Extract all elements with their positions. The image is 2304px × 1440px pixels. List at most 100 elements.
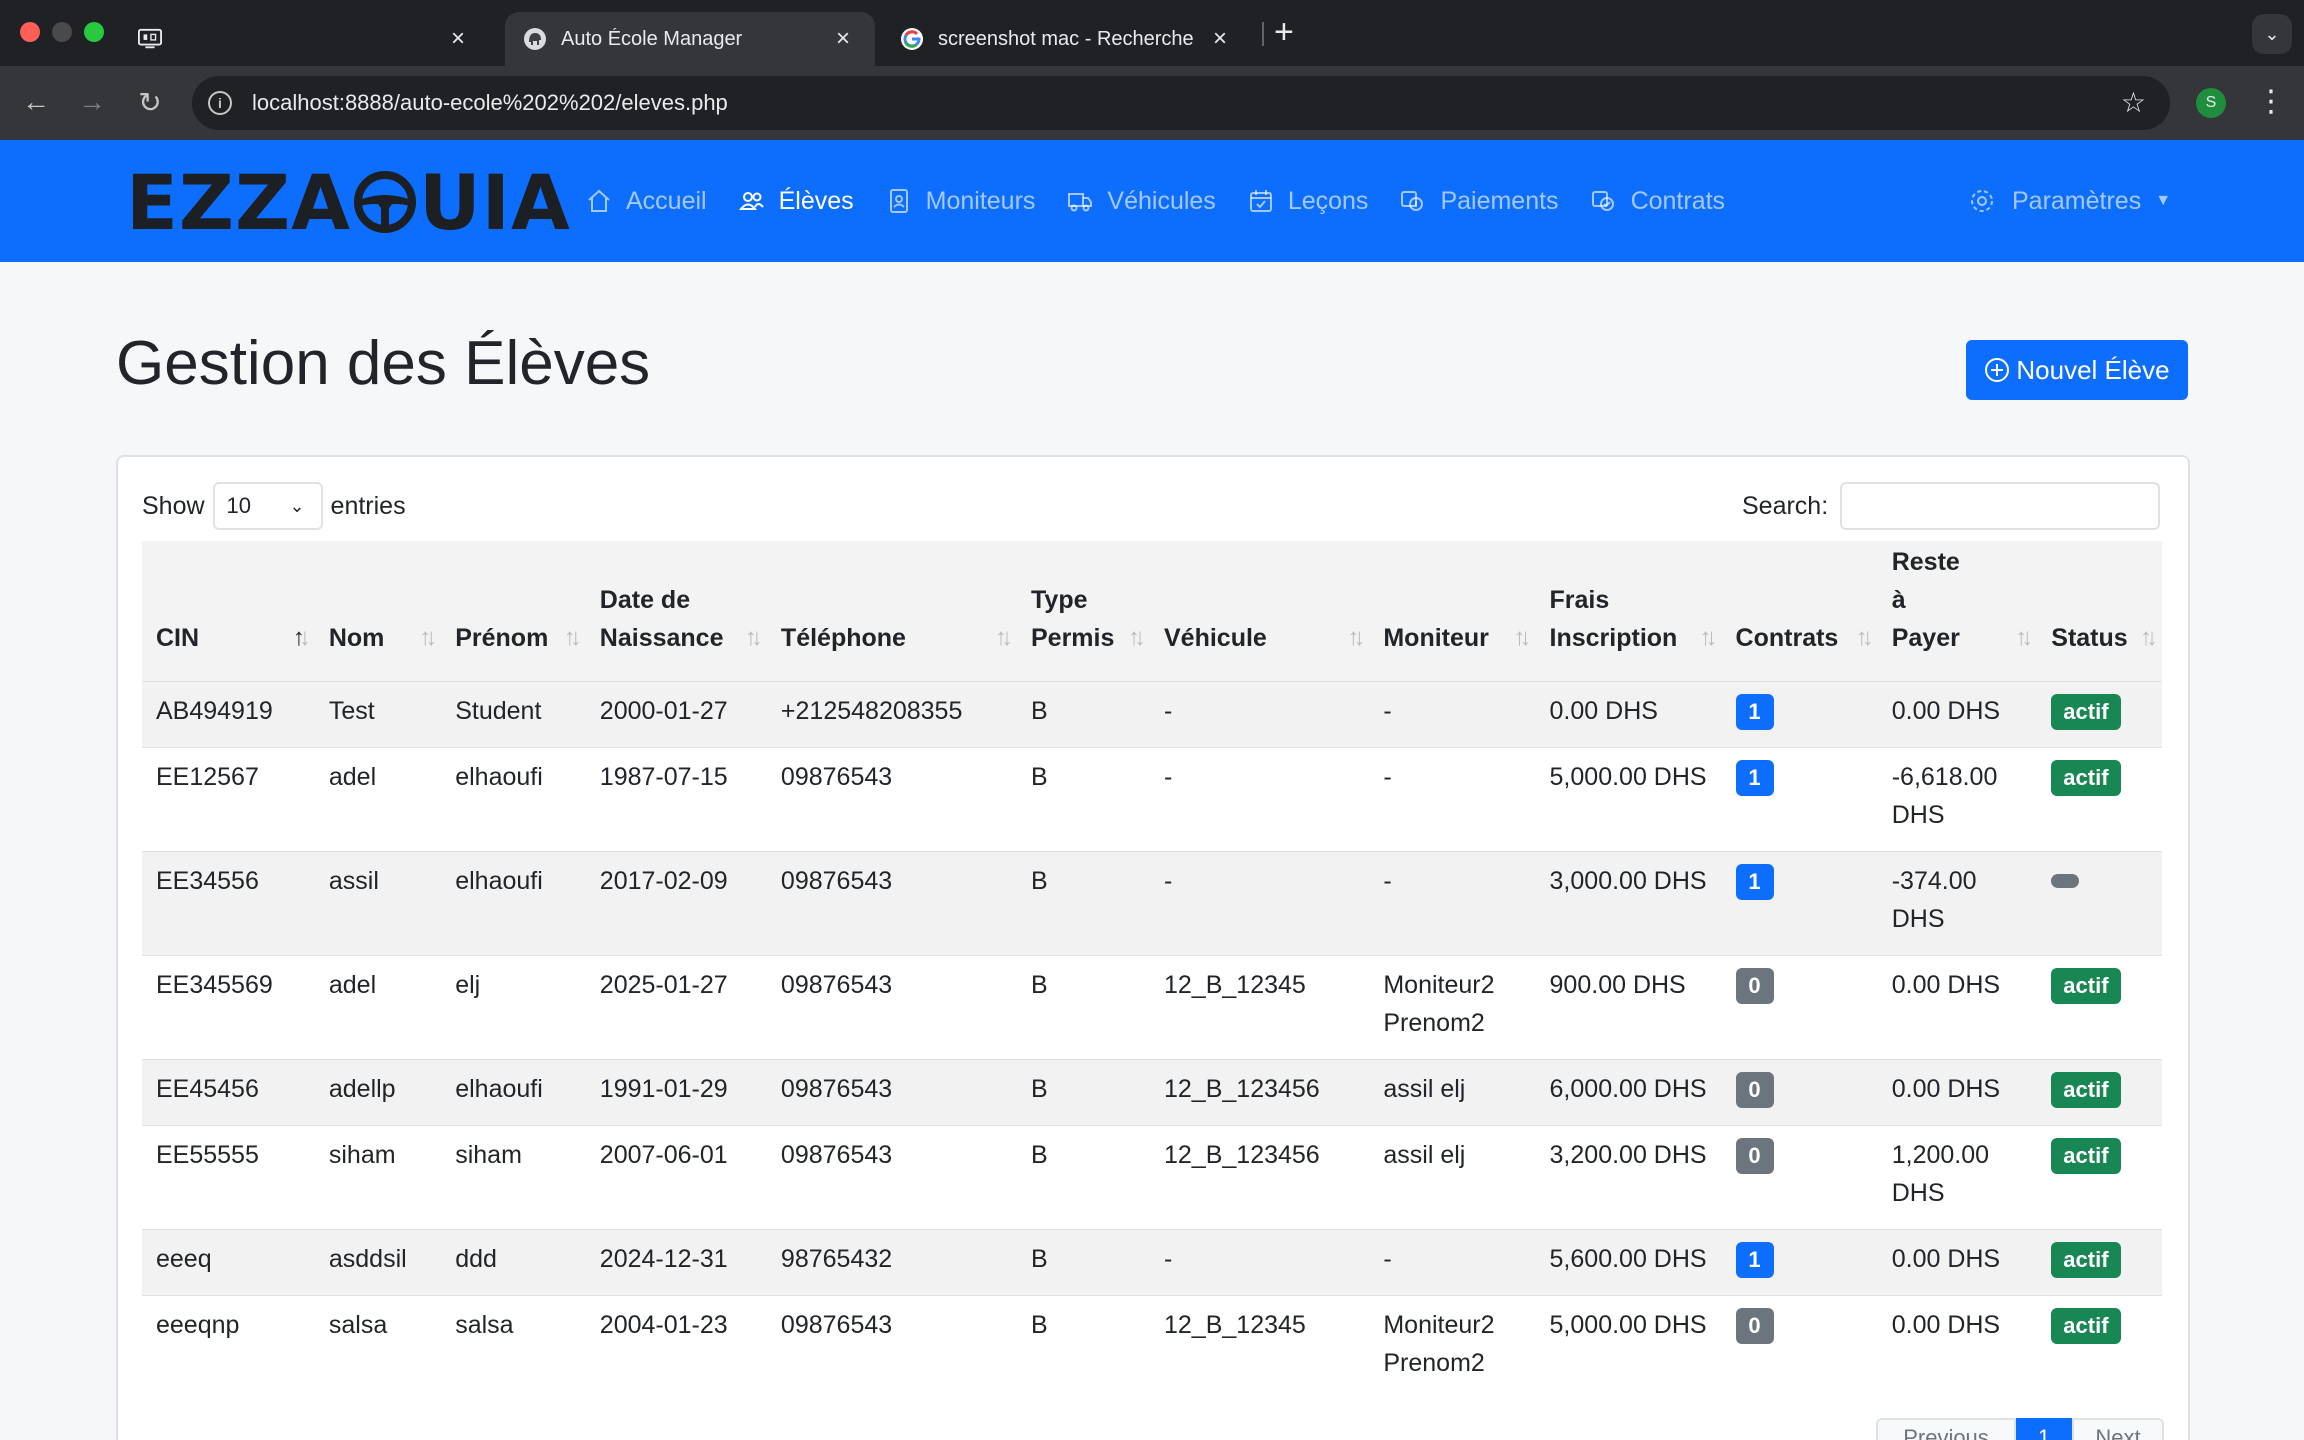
cell-cin: EE45456: [142, 1058, 315, 1125]
pagination-next[interactable]: Next: [2072, 1418, 2164, 1440]
sort-arrows-icon[interactable]: ↑↓: [1514, 619, 1532, 657]
cell-cin: EE345569: [142, 954, 315, 1059]
zoom-window-button[interactable]: [84, 22, 104, 42]
column-header-nom[interactable]: Nom ↑↓: [315, 541, 441, 681]
table-row[interactable]: EE12567 adel elhaoufi 1987-07-15 09876543 B - -…: [142, 746, 2162, 851]
cell-contrats: 0: [1721, 1124, 1878, 1229]
column-header-naissance[interactable]: Date de Naissance ↑↓: [586, 541, 767, 681]
contracts-count-badge: 0: [1735, 1071, 1774, 1108]
cell-reste: -374.00 DHS: [1877, 850, 2038, 955]
bookmark-star-icon[interactable]: ☆: [2121, 86, 2146, 119]
column-header-permis[interactable]: Type Permis ↑↓: [1017, 541, 1150, 681]
cash-icon: [1401, 191, 1424, 211]
forward-arrow-icon[interactable]: →: [74, 84, 110, 120]
close-tab-icon[interactable]: ×: [1206, 25, 1234, 53]
sort-arrows-icon[interactable]: ↑↓: [2015, 619, 2033, 657]
site-info-icon[interactable]: i: [208, 91, 232, 115]
entries-select[interactable]: 10 ⌄: [212, 482, 323, 530]
browser-tab-active[interactable]: Auto École Manager ×: [505, 12, 875, 66]
new-tab-icon[interactable]: +: [1274, 14, 1294, 50]
new-student-button[interactable]: Nouvel Élève: [1966, 340, 2188, 400]
browser-tab-google[interactable]: screenshot mac - Recherche ×: [882, 12, 1252, 66]
column-header-vehicule[interactable]: Véhicule ↑↓: [1150, 541, 1369, 681]
sort-arrows-icon[interactable]: ↑↓: [995, 619, 1013, 657]
sort-arrows-icon[interactable]: ↑↓: [2140, 619, 2158, 657]
address-bar[interactable]: i localhost:8888/auto-ecole%202%202/elev…: [192, 76, 2170, 130]
column-header-moniteur[interactable]: Moniteur ↑↓: [1369, 541, 1535, 681]
cell-status: [2037, 850, 2162, 955]
cell-nom: siham: [314, 1124, 442, 1229]
sort-arrows-icon[interactable]: ↑↓: [1347, 619, 1365, 657]
cell-frais: 900.00 DHS: [1535, 954, 1722, 1059]
status-badge: actif: [2051, 759, 2121, 796]
sort-arrows-icon[interactable]: ↑↓: [564, 619, 582, 657]
sort-arrows-icon[interactable]: ↑↓: [293, 619, 311, 657]
sort-arrows-icon[interactable]: ↑↓: [1128, 619, 1146, 657]
cell-tel: 09876543: [766, 1294, 1017, 1399]
table-row[interactable]: EE55555 siham siham 2007-06-01 09876543 B 12_B…: [142, 1124, 2162, 1229]
nav-paiements[interactable]: Paiements: [1400, 187, 1559, 216]
cell-tel: 09876543: [766, 1124, 1017, 1229]
cell-status: actif: [2037, 1058, 2162, 1125]
back-arrow-icon[interactable]: ←: [18, 84, 54, 120]
column-header-prenom[interactable]: Prénom ↑↓: [441, 541, 586, 681]
browser-tab-pinned[interactable]: ×: [120, 12, 490, 66]
cell-naissance: 1987-07-15: [585, 746, 767, 851]
table-row[interactable]: EE34556 assil elhaoufi 2017-02-09 09876543 B -…: [142, 850, 2162, 955]
column-header-status[interactable]: Status ↑↓: [2037, 541, 2162, 681]
status-badge: actif: [2051, 1307, 2121, 1344]
cell-cin: eeeq: [142, 1228, 315, 1295]
sort-arrows-icon[interactable]: ↑↓: [419, 619, 437, 657]
column-header-reste[interactable]: Reste à Payer ↑↓: [1878, 541, 2038, 681]
cell-contrats: 1: [1721, 1228, 1878, 1295]
calendar-icon: [1249, 190, 1272, 212]
nav-contrats[interactable]: Contrats: [1591, 187, 1725, 216]
cell-tel: +212548208355: [766, 680, 1017, 747]
close-tab-icon[interactable]: ×: [829, 25, 857, 53]
cell-reste: 0.00 DHS: [1877, 680, 2038, 747]
cell-permis: B: [1017, 746, 1150, 851]
url-text[interactable]: localhost:8888/auto-ecole%202%202/eleves…: [252, 90, 728, 116]
pagination-page[interactable]: 1: [2016, 1418, 2072, 1440]
brand-logo[interactable]: EZZA UIA: [126, 158, 571, 247]
profile-avatar[interactable]: S: [2196, 88, 2226, 118]
nav-eleves[interactable]: Élèves: [738, 187, 854, 216]
table-row[interactable]: EE345569 adel elj 2025-01-27 09876543 B 12_B_1…: [142, 954, 2162, 1059]
cell-frais: 0.00 DHS: [1535, 680, 1722, 747]
reload-icon[interactable]: ↻: [132, 84, 168, 120]
tab-search-chevron-icon[interactable]: ⌄: [2252, 14, 2292, 54]
cell-moniteur: -: [1369, 1228, 1536, 1295]
nav-moniteurs[interactable]: Moniteurs: [886, 187, 1035, 216]
column-header-contrats[interactable]: Contrats ↑↓: [1722, 541, 1878, 681]
minimize-window-button[interactable]: [52, 22, 72, 42]
sort-arrows-icon[interactable]: ↑↓: [745, 619, 763, 657]
search-input[interactable]: [1840, 482, 2161, 530]
column-header-frais[interactable]: Frais Inscription ↑↓: [1536, 541, 1722, 681]
settings-dropdown[interactable]: Paramètres ▼: [1968, 140, 2171, 262]
sort-arrows-icon[interactable]: ↑↓: [1856, 619, 1874, 657]
cell-cin: EE55555: [142, 1124, 315, 1229]
nav-vehicules[interactable]: Véhicules: [1067, 187, 1216, 216]
column-header-cin[interactable]: CIN ↑↓: [142, 541, 315, 681]
cell-status: actif: [2037, 1124, 2162, 1229]
table-row[interactable]: eeeqnp salsa salsa 2004-01-23 09876543 B 12_B_…: [142, 1294, 2162, 1399]
sort-arrows-icon[interactable]: ↑↓: [1700, 619, 1718, 657]
cell-reste: 0.00 DHS: [1877, 954, 2038, 1059]
cell-nom: assil: [314, 850, 442, 955]
column-header-telephone[interactable]: Téléphone ↑↓: [767, 541, 1017, 681]
table-row[interactable]: AB494919 Test Student 2000-01-27 +2125482083…: [142, 680, 2162, 747]
close-window-button[interactable]: [20, 22, 40, 42]
nav-lecons[interactable]: Leçons: [1248, 187, 1368, 216]
nav-accueil[interactable]: Accueil: [586, 187, 707, 216]
status-badge: actif: [2051, 1241, 2121, 1278]
table-row[interactable]: EE45456 adellp elhaoufi 1991-01-29 09876543 B…: [142, 1058, 2162, 1125]
cell-status: actif: [2037, 1228, 2162, 1295]
cell-status: actif: [2037, 954, 2162, 1059]
pagination-previous[interactable]: Previous: [1876, 1418, 2016, 1440]
table-row[interactable]: eeeq asddsil ddd 2024-12-31 98765432 B - -5,600…: [142, 1228, 2162, 1295]
close-tab-icon[interactable]: ×: [444, 25, 472, 53]
browser-menu-icon[interactable]: ⋮: [2256, 84, 2286, 120]
cell-tel: 09876543: [766, 746, 1017, 851]
cell-reste: -6,618.00 DHS: [1877, 746, 2038, 851]
cell-frais: 5,000.00 DHS: [1535, 746, 1722, 851]
